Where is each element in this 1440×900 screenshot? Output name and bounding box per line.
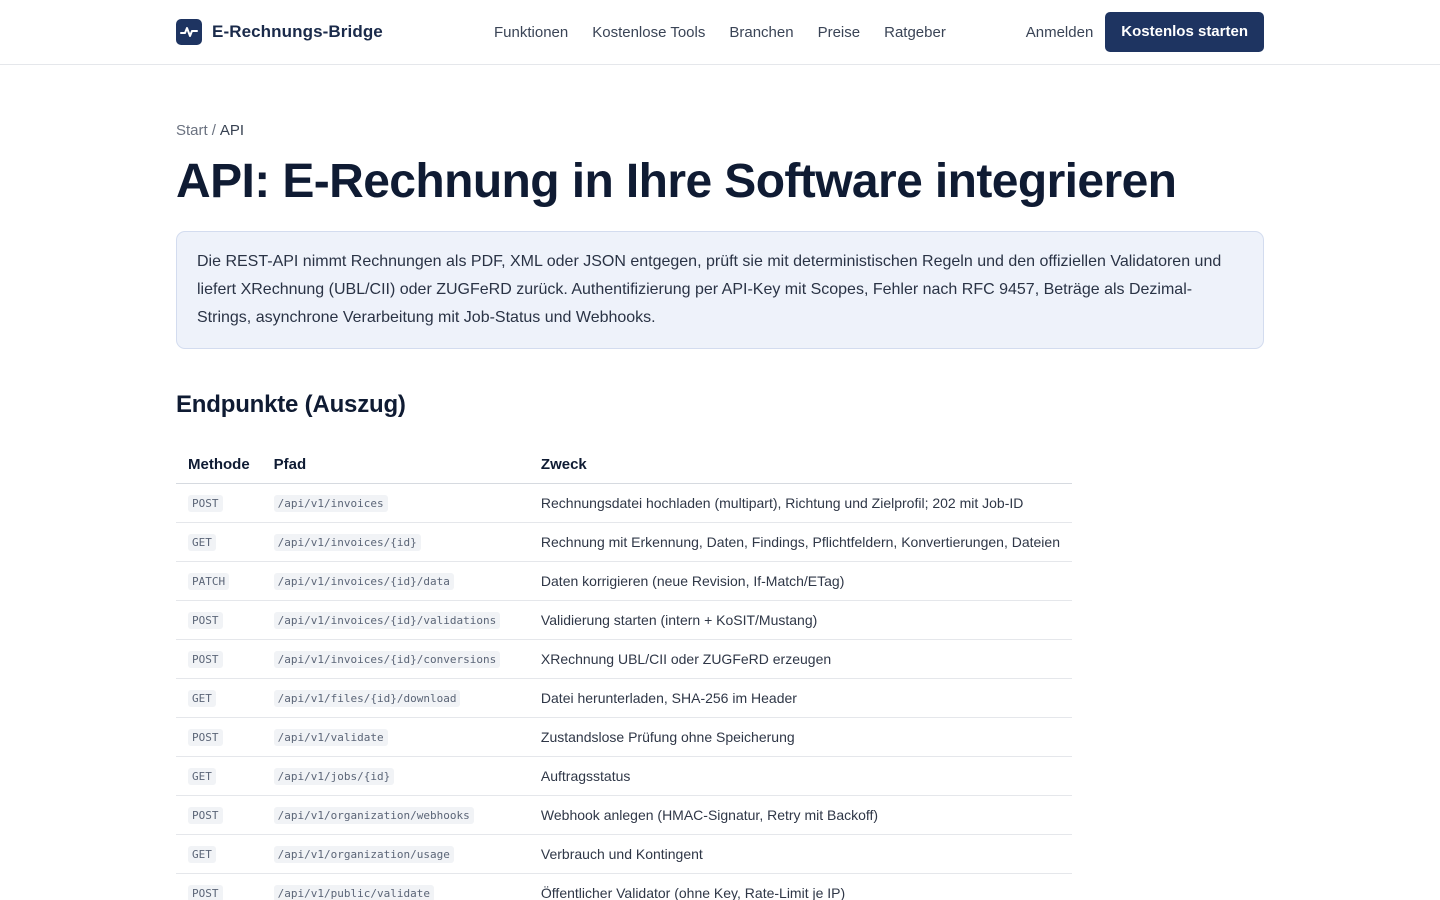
endpoint-path: /api/v1/invoices/{id} [273, 533, 421, 551]
purpose-cell: Rechnung mit Erkennung, Daten, Findings,… [528, 522, 1072, 562]
main-content: Start / API API: E-Rechnung in Ihre Soft… [176, 65, 1264, 900]
endpoints-heading: Endpunkte (Auszug) [176, 391, 406, 418]
path-cell: /api/v1/organization/usage [261, 834, 529, 874]
column-header-method: Methode [176, 446, 262, 484]
table-row: POST /api/v1/invoices Rechnungsdatei hoc… [176, 483, 1072, 523]
purpose-cell: Webhook anlegen (HMAC-Signatur, Retry mi… [528, 795, 1072, 835]
column-header-path: Pfad [261, 446, 529, 484]
path-cell: /api/v1/organization/webhooks [261, 795, 529, 835]
main-nav: Funktionen Kostenlose Tools Branchen Pre… [494, 24, 946, 41]
endpoints-table: Methode Pfad Zweck POST /api/v1/invoices… [176, 446, 1072, 900]
table-row: POST /api/v1/public/validate Öffentliche… [176, 873, 1072, 900]
purpose-cell: Verbrauch und Kontingent [528, 834, 1072, 874]
header-actions: Anmelden Kostenlos starten [1026, 12, 1264, 52]
pulse-icon [176, 19, 202, 45]
endpoint-path: /api/v1/invoices [273, 494, 388, 512]
method-cell: POST [176, 873, 262, 900]
path-cell: /api/v1/invoices [261, 483, 529, 523]
http-method: POST [188, 806, 223, 824]
path-cell: /api/v1/jobs/{id} [261, 756, 529, 796]
breadcrumb-separator: / [211, 122, 216, 139]
http-method: POST [188, 611, 223, 629]
path-cell: /api/v1/invoices/{id} [261, 522, 529, 562]
table-header-row: Methode Pfad Zweck [176, 446, 1072, 484]
brand-name: E-Rechnungs-Bridge [212, 22, 383, 41]
endpoint-path: /api/v1/organization/webhooks [273, 806, 474, 824]
method-cell: POST [176, 483, 262, 523]
column-header-purpose: Zweck [528, 446, 1072, 484]
breadcrumb: Start / API [176, 122, 1264, 142]
table-row: POST /api/v1/validate Zustandslose Prüfu… [176, 717, 1072, 757]
purpose-cell: Zustandslose Prüfung ohne Speicherung [528, 717, 1072, 757]
method-cell: GET [176, 522, 262, 562]
top-navigation-inner: E-Rechnungs-Bridge Funktionen Kostenlose… [176, 0, 1264, 64]
http-method: GET [188, 767, 216, 785]
http-method: GET [188, 845, 216, 863]
method-cell: POST [176, 600, 262, 640]
http-method: POST [188, 494, 223, 512]
login-link[interactable]: Anmelden [1026, 24, 1094, 41]
endpoint-path: /api/v1/invoices/{id}/data [273, 572, 454, 590]
method-cell: POST [176, 717, 262, 757]
nav-item-funktionen[interactable]: Funktionen [494, 24, 568, 41]
endpoint-path: /api/v1/validate [273, 728, 388, 746]
method-cell: PATCH [176, 561, 262, 601]
path-cell: /api/v1/invoices/{id}/conversions [261, 639, 529, 679]
endpoint-path: /api/v1/files/{id}/download [273, 689, 461, 707]
table-row: POST /api/v1/invoices/{id}/validations V… [176, 600, 1072, 640]
nav-item-preise[interactable]: Preise [818, 24, 861, 41]
table-row: GET /api/v1/organization/usage Verbrauch… [176, 834, 1072, 874]
path-cell: /api/v1/validate [261, 717, 529, 757]
purpose-cell: Auftragsstatus [528, 756, 1072, 796]
path-cell: /api/v1/invoices/{id}/validations [261, 600, 529, 640]
table-row: POST /api/v1/invoices/{id}/conversions X… [176, 639, 1072, 679]
endpoint-path: /api/v1/invoices/{id}/conversions [273, 650, 501, 668]
path-cell: /api/v1/files/{id}/download [261, 678, 529, 718]
purpose-cell: XRechnung UBL/CII oder ZUGFeRD erzeugen [528, 639, 1072, 679]
purpose-cell: Rechnungsdatei hochladen (multipart), Ri… [528, 483, 1072, 523]
table-row: GET /api/v1/files/{id}/download Datei he… [176, 678, 1072, 718]
path-cell: /api/v1/invoices/{id}/data [261, 561, 529, 601]
nav-item-kostenlose-tools[interactable]: Kostenlose Tools [592, 24, 705, 41]
start-free-button[interactable]: Kostenlos starten [1105, 12, 1264, 52]
method-cell: GET [176, 834, 262, 874]
purpose-cell: Öffentlicher Validator (ohne Key, Rate-L… [528, 873, 1072, 900]
breadcrumb-home-link[interactable]: Start [176, 122, 208, 142]
purpose-cell: Datei herunterladen, SHA-256 im Header [528, 678, 1072, 718]
http-method: GET [188, 689, 216, 707]
method-cell: POST [176, 639, 262, 679]
endpoint-path: /api/v1/jobs/{id} [273, 767, 395, 785]
http-method: POST [188, 884, 223, 900]
purpose-cell: Validierung starten (intern + KoSIT/Must… [528, 600, 1072, 640]
breadcrumb-current: API [219, 122, 245, 139]
nav-item-ratgeber[interactable]: Ratgeber [884, 24, 946, 41]
page-title: API: E-Rechnung in Ihre Software integri… [176, 155, 1177, 208]
http-method: GET [188, 533, 216, 551]
http-method: PATCH [188, 572, 230, 590]
brand-home-link[interactable]: E-Rechnungs-Bridge [176, 19, 383, 45]
table-row: GET /api/v1/invoices/{id} Rechnung mit E… [176, 522, 1072, 562]
endpoint-path: /api/v1/public/validate [273, 884, 434, 900]
table-row: GET /api/v1/jobs/{id} Auftragsstatus [176, 756, 1072, 796]
path-cell: /api/v1/public/validate [261, 873, 529, 900]
http-method: POST [188, 728, 223, 746]
table-row: PATCH /api/v1/invoices/{id}/data Daten k… [176, 561, 1072, 601]
method-cell: GET [176, 756, 262, 796]
intro-callout: Die REST-API nimmt Rechnungen als PDF, X… [176, 231, 1264, 349]
table-row: POST /api/v1/organization/webhooks Webho… [176, 795, 1072, 835]
top-navigation-bar: E-Rechnungs-Bridge Funktionen Kostenlose… [0, 0, 1440, 65]
endpoint-path: /api/v1/invoices/{id}/validations [273, 611, 501, 629]
endpoint-path: /api/v1/organization/usage [273, 845, 454, 863]
method-cell: POST [176, 795, 262, 835]
http-method: POST [188, 650, 223, 668]
method-cell: GET [176, 678, 262, 718]
purpose-cell: Daten korrigieren (neue Revision, If-Mat… [528, 561, 1072, 601]
nav-item-branchen[interactable]: Branchen [729, 24, 793, 41]
